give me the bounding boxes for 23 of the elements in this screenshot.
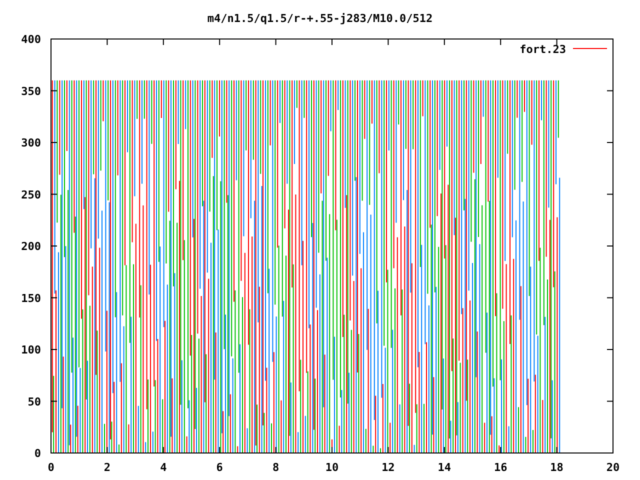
x-tick-label: 16: [494, 461, 508, 474]
y-tick-label: 100: [21, 344, 41, 356]
x-tick-label: 8: [272, 461, 280, 474]
y-tick-label: 200: [21, 240, 41, 253]
legend-label: fort.23: [520, 43, 566, 56]
x-tick-label: 10: [325, 461, 339, 474]
x-tick-label: 20: [606, 461, 620, 474]
y-tick-label: 0: [34, 447, 41, 460]
plot-title: m4/n1.5/q1.5/r-+.55-j283/M10.0/512: [207, 12, 433, 25]
y-tick-label: 250: [21, 188, 41, 202]
y-tick-label: 300: [21, 136, 41, 150]
x-tick-label: 14: [438, 461, 452, 474]
y-tick-label: 150: [21, 292, 41, 305]
x-tick-label: 12: [382, 461, 395, 474]
y-tick-label: 350: [21, 84, 41, 98]
y-tick-label: 400: [21, 33, 41, 46]
legend-line: [572, 48, 608, 49]
x-tick-label: 0: [48, 461, 54, 474]
x-tick-label: 4: [160, 461, 167, 474]
y-tick-label: 50: [28, 395, 41, 408]
x-tick-label: 2: [104, 461, 110, 474]
x-tick-label: 6: [216, 461, 223, 474]
x-tick-label: 18: [550, 461, 564, 474]
